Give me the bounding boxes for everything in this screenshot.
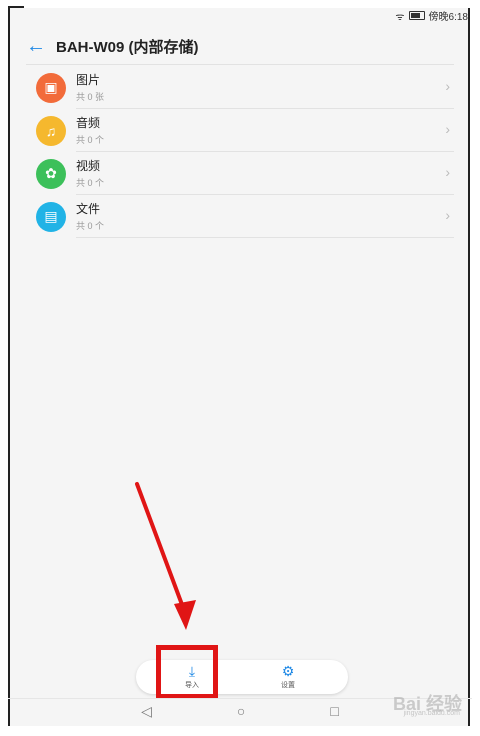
status-time: 傍晚6:18 — [428, 12, 468, 23]
list-item-audio[interactable]: ♫ 音频 共 0 个 › — [26, 109, 454, 152]
app-header: ← BAH-W09 (内部存储) — [26, 30, 454, 62]
list-item-label: 文件 — [76, 202, 101, 216]
category-list: ▣ 图片 共 0 张 › ♫ 音频 共 0 个 › ✿ 视频 共 0 个 › ▤… — [26, 66, 454, 238]
page-title: BAH-W09 (内部存储) — [56, 38, 199, 56]
header-divider — [26, 64, 454, 65]
list-item-video[interactable]: ✿ 视频 共 0 个 › — [26, 152, 454, 195]
list-item-files[interactable]: ▤ 文件 共 0 个 › — [26, 195, 454, 238]
back-arrow-icon[interactable]: ← — [26, 35, 56, 58]
list-item-images[interactable]: ▣ 图片 共 0 张 › — [26, 66, 454, 109]
annotation-highlight-box — [156, 645, 218, 699]
list-item-label: 音频 — [76, 116, 101, 130]
nav-recents-icon[interactable]: □ — [330, 703, 338, 719]
list-item-count: 共 0 个 — [76, 135, 105, 145]
chevron-right-icon: › — [445, 207, 450, 223]
frame-corner — [8, 6, 24, 22]
nav-home-icon[interactable]: ○ — [237, 703, 245, 719]
music-icon: ♫ — [36, 115, 66, 146]
chevron-right-icon: › — [445, 164, 450, 180]
chevron-right-icon: › — [445, 121, 450, 137]
status-bar: ᯤ 傍晚6:18 — [395, 8, 468, 23]
watermark-url: jingyan.baidu.com — [403, 710, 460, 717]
chevron-right-icon: › — [445, 78, 450, 94]
document-icon: ▤ — [36, 201, 66, 232]
battery-icon — [408, 11, 425, 20]
list-item-count: 共 0 张 — [76, 92, 105, 102]
settings-button[interactable]: ⚙ 设置 — [258, 662, 318, 690]
list-item-count: 共 0 个 — [76, 221, 105, 231]
settings-label: 设置 — [281, 682, 295, 689]
video-reel-icon: ✿ — [36, 158, 66, 189]
list-item-label: 视频 — [76, 159, 101, 173]
list-item-count: 共 0 个 — [76, 178, 105, 188]
wifi-icon: ᯤ — [395, 11, 405, 23]
list-item-label: 图片 — [76, 73, 101, 87]
nav-back-icon[interactable]: ◁ — [141, 703, 152, 720]
gear-icon: ⚙ — [281, 663, 295, 679]
image-icon: ▣ — [36, 72, 66, 103]
